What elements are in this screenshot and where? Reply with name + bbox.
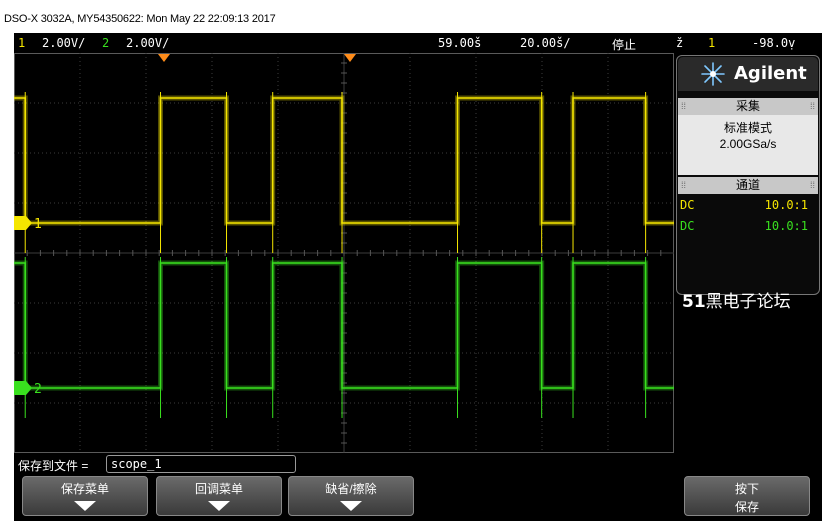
ch1-coupling: DC bbox=[680, 198, 695, 212]
trigger-level[interactable]: -98.0ṿ bbox=[752, 36, 795, 50]
save-label: 保存 bbox=[734, 500, 759, 514]
save-menu-button[interactable]: 保存菜单 bbox=[22, 476, 148, 516]
watermark-bold: 51 bbox=[682, 292, 706, 312]
recall-menu-button[interactable]: 回调菜单 bbox=[156, 476, 282, 516]
channels-header[interactable]: 通道 bbox=[678, 177, 818, 194]
trigger-delay[interactable]: 59.00š bbox=[438, 36, 481, 50]
channel-row-2[interactable]: DC 10.0:1 bbox=[678, 217, 818, 236]
time-scale[interactable]: 20.00š/ bbox=[520, 36, 571, 50]
brand-header: Agilent bbox=[678, 57, 818, 91]
status-bar: 1 2.00V/ 2 2.00V/ 59.00š 20.00š/ 停止 ž 1 … bbox=[14, 33, 822, 53]
run-state[interactable]: 停止 bbox=[612, 36, 636, 53]
press-label: 按下 bbox=[734, 482, 759, 496]
trace-2-band bbox=[14, 260, 674, 391]
ch2-probe: 10.0:1 bbox=[764, 219, 808, 233]
time-reference-marker bbox=[344, 54, 356, 62]
trigger-source[interactable]: 1 bbox=[708, 36, 715, 50]
trigger-time-marker bbox=[158, 54, 170, 62]
arrow-down-icon bbox=[74, 501, 96, 511]
ch2-number[interactable]: 2 bbox=[102, 36, 109, 50]
softkey-label: 保存菜单 bbox=[60, 482, 109, 496]
ch1-scale[interactable]: 2.00V/ bbox=[42, 36, 85, 50]
watermark-text: 51黑电子论坛 bbox=[682, 287, 822, 312]
side-panel: Agilent 采集 标准模式 2.00GSa/s 通道 DC 10.0:1 D… bbox=[676, 55, 820, 295]
arrow-down-icon bbox=[340, 501, 362, 511]
save-to-file-label: 保存到文件 = bbox=[18, 459, 89, 473]
oscilloscope-screen: 1 2.00V/ 2 2.00V/ 59.00š 20.00š/ 停止 ž 1 … bbox=[14, 33, 822, 521]
acquisition-mode: 标准模式 bbox=[723, 121, 772, 135]
sample-rate: 2.00GSa/s bbox=[719, 137, 777, 151]
softkey-label: 回调菜单 bbox=[194, 482, 243, 496]
waveform-plot: 12 bbox=[14, 53, 674, 453]
channel-row-1[interactable]: DC 10.0:1 bbox=[678, 196, 818, 215]
softkey-label: 缺省/擦除 bbox=[325, 482, 377, 496]
trigger-edge-icon: ž bbox=[676, 36, 684, 50]
ch2-scale[interactable]: 2.00V/ bbox=[126, 36, 169, 50]
ch2-marker-label: 2 bbox=[34, 382, 42, 397]
ch1-probe: 10.0:1 bbox=[764, 198, 808, 212]
ch1-number[interactable]: 1 bbox=[18, 36, 25, 50]
agilent-spark-icon bbox=[701, 62, 725, 86]
filename-field[interactable]: scope_1 bbox=[106, 455, 296, 473]
trace-1-band bbox=[14, 95, 674, 226]
brand-name: Agilent bbox=[734, 63, 807, 84]
save-row: 保存到文件 = scope_1 bbox=[18, 454, 678, 474]
default-erase-button[interactable]: 缺省/擦除 bbox=[288, 476, 414, 516]
waveform-display[interactable]: 12 bbox=[14, 53, 674, 453]
ch2-coupling: DC bbox=[680, 219, 695, 233]
acquisition-header[interactable]: 采集 bbox=[678, 98, 818, 115]
ch1-ground-marker bbox=[14, 216, 32, 230]
acquisition-body: 标准模式 2.00GSa/s bbox=[678, 115, 818, 175]
watermark-rest: 黑电子论坛 bbox=[705, 292, 791, 312]
ch2-ground-marker bbox=[14, 381, 32, 395]
ch1-marker-label: 1 bbox=[34, 217, 42, 232]
window-title: DSO-X 3032A, MY54350622: Mon May 22 22:0… bbox=[4, 13, 276, 25]
press-to-save-button[interactable]: 按下 保存 bbox=[684, 476, 810, 516]
arrow-down-icon bbox=[208, 501, 230, 511]
